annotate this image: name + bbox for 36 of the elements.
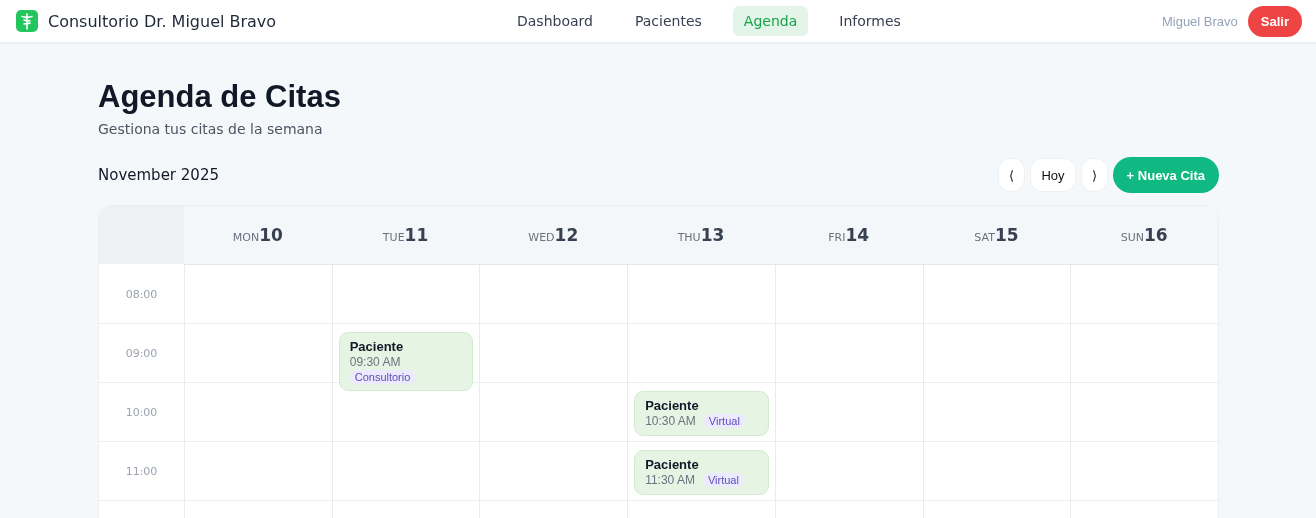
- day-header: THU13: [677, 225, 725, 245]
- app-title: Consultorio Dr. Miguel Bravo: [48, 11, 277, 31]
- time-label: 11:00: [99, 442, 184, 501]
- nav-tab[interactable]: Dashboard: [506, 6, 604, 36]
- next-button[interactable]: ⟩: [1080, 158, 1108, 192]
- day-header: SUN 16: [1120, 225, 1168, 245]
- day-header: FRI14: [828, 225, 870, 245]
- appointment-card[interactable]: Paciente 11:30 AM Virtual: [634, 450, 769, 495]
- patient-name: Paciente: [349, 339, 405, 354]
- month-label: November 2025: [98, 166, 220, 184]
- page-title: Agenda de Citas: [98, 79, 341, 115]
- page-subtitle: Gestiona tus citas de la semana: [98, 121, 324, 137]
- previous-button[interactable]: ⟨: [998, 158, 1026, 192]
- appointment-type: Virtual: [702, 473, 744, 487]
- appointment-type: Consultorio: [349, 370, 416, 384]
- day-header: MON10: [232, 225, 283, 245]
- patient-name: Paciente: [645, 457, 700, 472]
- appointment-type: Virtual: [703, 414, 745, 428]
- time-label: 08:00: [99, 265, 184, 324]
- appointment-time: 10:30 AM: [645, 414, 696, 428]
- today-button[interactable]: Hoy: [1030, 158, 1076, 192]
- logout-button[interactable]: Salir: [1247, 5, 1302, 37]
- user-name: Miguel Bravo: [1161, 13, 1238, 29]
- nav-tab[interactable]: Informes: [828, 6, 912, 36]
- nav-tab[interactable]: Pacientes: [623, 6, 713, 36]
- patient-name: Paciente: [645, 398, 700, 413]
- caduceus-icon: [16, 10, 38, 32]
- time-label: 10:00: [99, 383, 184, 442]
- appointment-time: 09:30 AM: [349, 355, 401, 369]
- appointment-time: 11:30 AM: [645, 473, 695, 487]
- appointment-card[interactable]: Paciente 09:30 AM Consultorio: [338, 332, 474, 391]
- day-header: WED12: [528, 225, 579, 245]
- time-label: 09:00: [99, 324, 184, 383]
- day-header: TUE11: [382, 225, 429, 245]
- day-header: SAT15: [974, 225, 1019, 245]
- appointment-card[interactable]: Paciente 10:30 AM Virtual: [634, 391, 769, 436]
